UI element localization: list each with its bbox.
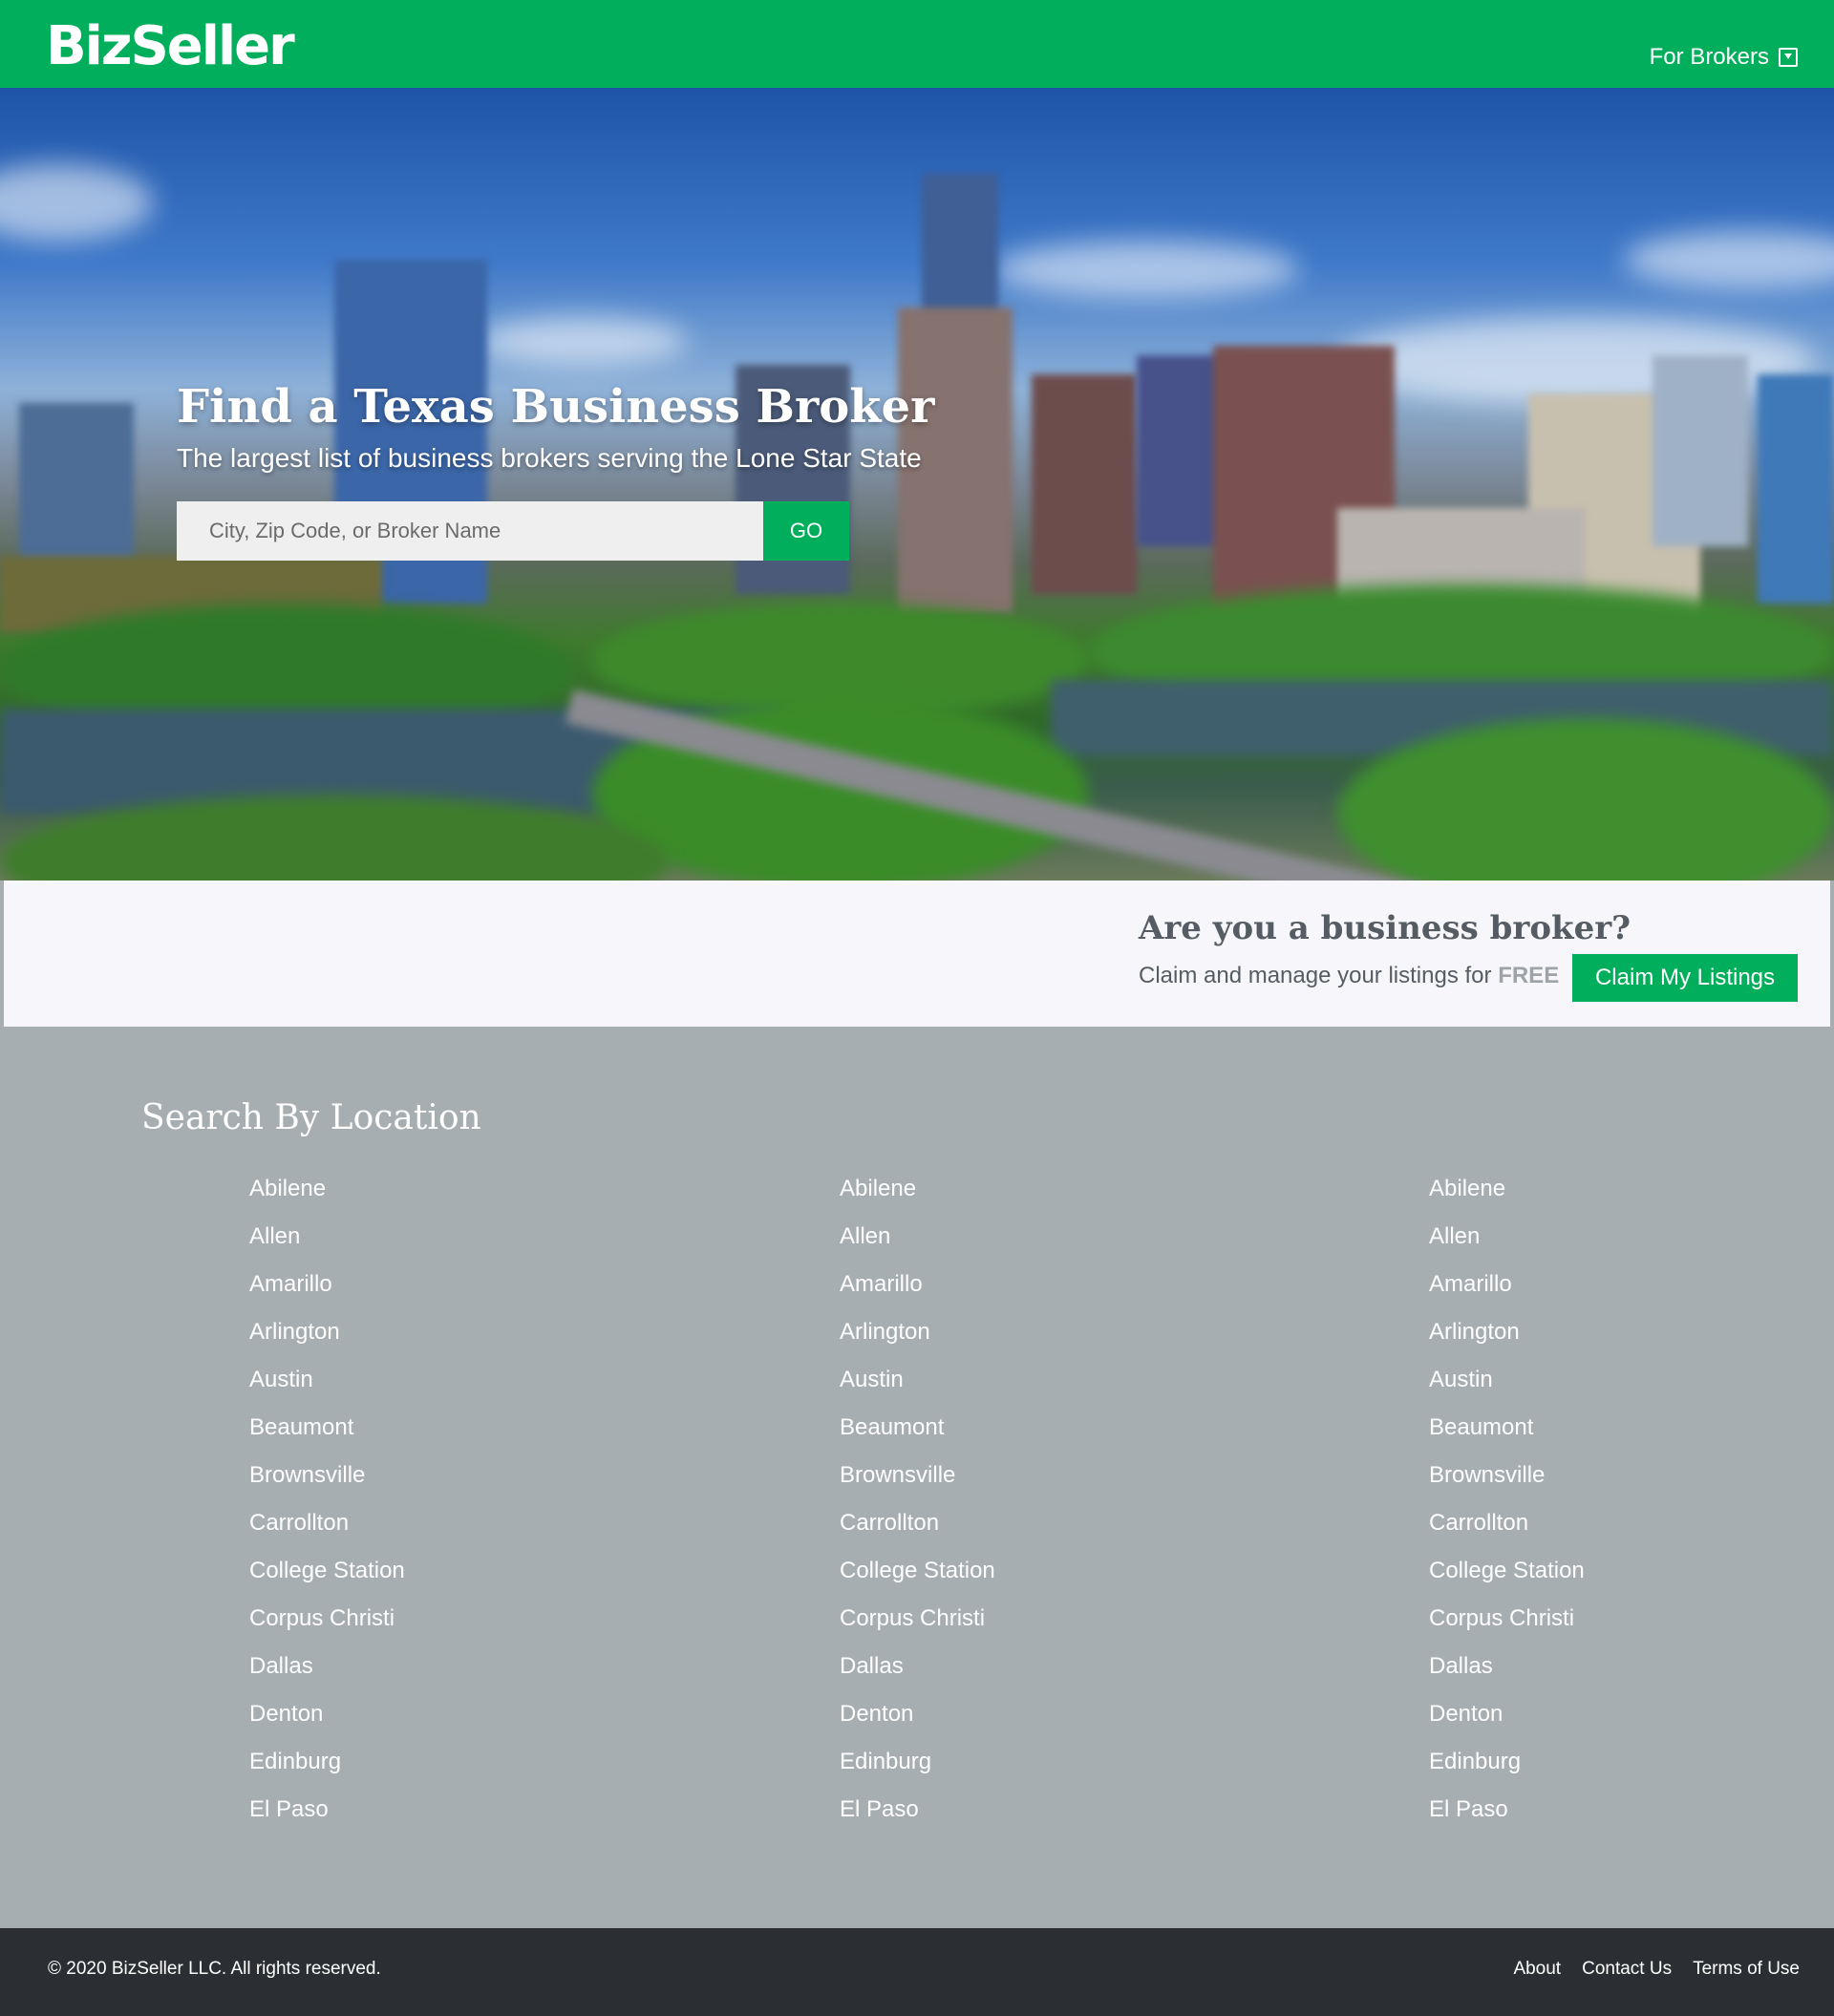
for-brokers-label: For Brokers	[1649, 44, 1769, 70]
for-brokers-menu[interactable]: For Brokers	[1650, 44, 1798, 71]
location-link[interactable]: El Paso	[1429, 1786, 1585, 1834]
hero-banner: Find a Texas Business Broker The largest…	[0, 88, 1834, 881]
location-link[interactable]: Arlington	[1429, 1308, 1585, 1356]
hero-title: Find a Texas Business Broker	[177, 380, 935, 434]
location-link[interactable]: Beaumont	[840, 1404, 995, 1452]
location-link[interactable]: Arlington	[840, 1308, 995, 1356]
broker-band-text: Claim and manage your listings for FREE	[1139, 963, 1559, 989]
cloud	[1624, 231, 1834, 288]
location-link[interactable]: Brownsville	[1429, 1452, 1585, 1499]
location-link[interactable]: Abilene	[1429, 1165, 1585, 1213]
dropdown-box-icon	[1779, 48, 1798, 67]
location-link[interactable]: Amarillo	[249, 1261, 405, 1308]
location-link[interactable]: Carrollton	[1429, 1499, 1585, 1547]
location-link[interactable]: Corpus Christi	[1429, 1595, 1585, 1643]
hero-subtitle: The largest list of business brokers ser…	[177, 443, 922, 473]
cloud	[993, 241, 1299, 298]
broker-band-description: Claim and manage your listings for	[1139, 963, 1492, 988]
broker-search: GO	[177, 501, 849, 561]
location-link[interactable]: Denton	[840, 1690, 995, 1738]
location-link[interactable]: Denton	[249, 1690, 405, 1738]
location-link[interactable]: Edinburg	[1429, 1738, 1585, 1786]
building	[1032, 374, 1137, 594]
site-logo[interactable]: BizSeller	[46, 15, 295, 77]
go-button[interactable]: GO	[763, 501, 849, 561]
footer-link-contact[interactable]: Contact Us	[1582, 1959, 1672, 1980]
location-link[interactable]: Dallas	[840, 1643, 995, 1690]
copyright-text: © 2020 BizSeller LLC. All rights reserve…	[48, 1959, 381, 1979]
location-link[interactable]: Dallas	[249, 1643, 405, 1690]
claim-listings-button[interactable]: Claim My Listings	[1572, 954, 1798, 1002]
footer-link-about[interactable]: About	[1513, 1959, 1561, 1980]
location-link[interactable]: Amarillo	[840, 1261, 995, 1308]
location-link[interactable]: College Station	[840, 1547, 995, 1595]
cloud	[0, 164, 153, 241]
broker-band-title: Are you a business broker?	[1139, 909, 1631, 947]
location-link[interactable]: Abilene	[840, 1165, 995, 1213]
location-link[interactable]: Dallas	[1429, 1643, 1585, 1690]
building	[1653, 355, 1748, 546]
location-link[interactable]: Brownsville	[840, 1452, 995, 1499]
location-link[interactable]: Austin	[249, 1356, 405, 1404]
search-input[interactable]	[177, 501, 763, 561]
location-link[interactable]: Arlington	[249, 1308, 405, 1356]
location-link[interactable]: Corpus Christi	[249, 1595, 405, 1643]
footer-link-terms[interactable]: Terms of Use	[1693, 1959, 1800, 1980]
location-column-2: Abilene Allen Amarillo Arlington Austin …	[840, 1165, 995, 1834]
location-link[interactable]: Austin	[840, 1356, 995, 1404]
location-link[interactable]: Austin	[1429, 1356, 1585, 1404]
location-link[interactable]: Allen	[249, 1213, 405, 1261]
broker-claim-band: Are you a business broker? Claim and man…	[4, 881, 1830, 1027]
location-column-1: Abilene Allen Amarillo Arlington Austin …	[249, 1165, 405, 1834]
site-footer: © 2020 BizSeller LLC. All rights reserve…	[0, 1928, 1834, 2016]
location-link[interactable]: Brownsville	[249, 1452, 405, 1499]
search-by-location-title: Search By Location	[141, 1098, 481, 1137]
building	[1758, 374, 1834, 604]
location-link[interactable]: College Station	[1429, 1547, 1585, 1595]
free-label: FREE	[1498, 963, 1560, 988]
location-link[interactable]: Allen	[1429, 1213, 1585, 1261]
cloud	[478, 317, 688, 365]
location-link[interactable]: El Paso	[249, 1786, 405, 1834]
site-header: BizSeller For Brokers	[0, 0, 1834, 88]
location-link[interactable]: Allen	[840, 1213, 995, 1261]
location-link[interactable]: Edinburg	[249, 1738, 405, 1786]
location-link[interactable]: Denton	[1429, 1690, 1585, 1738]
location-link[interactable]: College Station	[249, 1547, 405, 1595]
location-link[interactable]: Beaumont	[249, 1404, 405, 1452]
location-link[interactable]: Corpus Christi	[840, 1595, 995, 1643]
location-link[interactable]: Abilene	[249, 1165, 405, 1213]
location-link[interactable]: El Paso	[840, 1786, 995, 1834]
location-link[interactable]: Beaumont	[1429, 1404, 1585, 1452]
location-link[interactable]: Edinburg	[840, 1738, 995, 1786]
location-link[interactable]: Carrollton	[840, 1499, 995, 1547]
location-link[interactable]: Amarillo	[1429, 1261, 1585, 1308]
location-column-3: Abilene Allen Amarillo Arlington Austin …	[1429, 1165, 1585, 1834]
location-link[interactable]: Carrollton	[249, 1499, 405, 1547]
footer-links: About Contact Us Terms of Use	[1513, 1959, 1800, 1980]
